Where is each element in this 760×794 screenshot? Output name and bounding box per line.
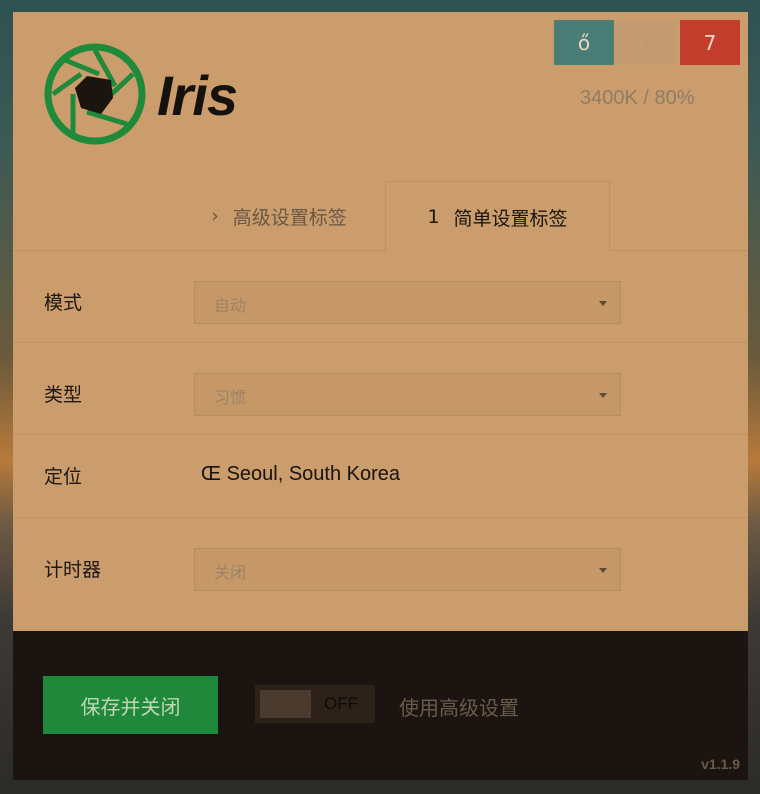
- toggle-knob: [260, 690, 311, 718]
- mode-label: 模式: [44, 292, 83, 314]
- timer-label: 计时器: [44, 559, 102, 581]
- caret-down-icon: [599, 393, 607, 398]
- temperature-brightness-status: 3400K / 80%: [580, 87, 695, 109]
- mode-select[interactable]: 自动: [194, 281, 621, 324]
- tab-advanced-settings[interactable]: › 高级设置标签: [173, 181, 385, 251]
- advanced-settings-label: 使用高级设置: [399, 696, 519, 720]
- tab-simple-settings[interactable]: 1 简单设置标签: [385, 181, 610, 252]
- iris-logo-icon: [44, 43, 146, 145]
- advanced-settings-toggle[interactable]: OFF: [255, 685, 375, 723]
- caret-down-icon: [599, 568, 607, 573]
- save-and-close-button[interactable]: 保存并关闭: [43, 676, 218, 734]
- window-close-button[interactable]: 7: [680, 20, 740, 65]
- timer-row: 计时器 关闭: [13, 518, 748, 631]
- type-row: 类型 习惯: [13, 343, 748, 435]
- version-label: v1.1.9: [701, 756, 740, 772]
- type-label: 类型: [44, 384, 83, 406]
- tab-simple-label: 简单设置标签: [453, 207, 568, 230]
- toggle-state: OFF: [324, 694, 358, 713]
- caret-down-icon: [599, 301, 607, 306]
- type-select[interactable]: 习惯: [194, 373, 621, 416]
- tab-simple-icon: 1: [427, 206, 440, 228]
- tab-advanced-icon: ›: [211, 205, 219, 227]
- location-text: Seoul, South Korea: [226, 463, 401, 485]
- window-button-2[interactable]: ː: [617, 20, 677, 65]
- app-window: ő ː 7 Iris 3400K / 80% › 高级设置标签 1 简单设置标签…: [13, 12, 748, 780]
- footer: 保存并关闭 OFF 使用高级设置 v1.1.9: [13, 631, 748, 780]
- app-name: Iris: [157, 64, 238, 127]
- location-pin-icon: Œ: [201, 463, 221, 485]
- location-label: 定位: [44, 466, 83, 488]
- type-select-value: 习惯: [214, 388, 247, 407]
- mode-row: 模式 自动: [13, 251, 748, 343]
- location-row: 定位 Œ Seoul, South Korea: [13, 435, 748, 518]
- window-button-1[interactable]: ő: [554, 20, 614, 65]
- location-value[interactable]: Œ Seoul, South Korea: [201, 463, 400, 486]
- timer-select-value: 关闭: [214, 563, 247, 582]
- tab-advanced-label: 高级设置标签: [232, 206, 347, 229]
- timer-select[interactable]: 关闭: [194, 548, 621, 591]
- mode-select-value: 自动: [214, 296, 247, 315]
